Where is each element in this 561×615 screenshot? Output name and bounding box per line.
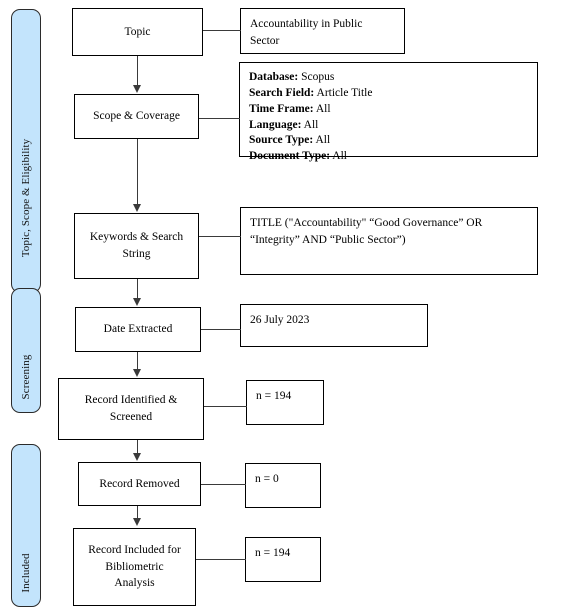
step-box-date-extracted: Date Extracted [75, 307, 201, 352]
connector-removed-to-annotation [201, 484, 246, 485]
stage-pill-screening: Screening [11, 288, 41, 413]
connector-date-to-identified [137, 352, 138, 370]
connector-topic-to-annotation [203, 30, 241, 31]
arrowhead-keywords-to-date [133, 298, 141, 306]
annotation-box-records-included: n = 194 [245, 537, 321, 582]
annotation-box-records-removed: n = 0 [245, 463, 321, 508]
search-parameter-row: Search Field: Article Title [249, 86, 528, 102]
step-label-date-extracted: Date Extracted [103, 323, 173, 336]
annotation-box-records-identified: n = 194 [246, 380, 324, 425]
connector-keywords-to-date [137, 279, 138, 299]
search-parameter-label: Source Type: [249, 134, 314, 147]
search-parameter-value: Article Title [316, 86, 373, 99]
arrowhead-date-to-identified [133, 369, 141, 377]
step-box-keywords-search-string: Keywords & Search String [74, 213, 199, 279]
annotation-topic-value: Accountability in Public Sector [250, 18, 363, 48]
arrowhead-identified-to-removed [133, 453, 141, 461]
stage-pill-included: Included [11, 444, 41, 607]
search-parameter-row: Source Type: All [249, 133, 528, 149]
connector-included-to-annotation [196, 559, 246, 560]
step-label-record-included: Record Included for Bibliometric Analysi… [88, 543, 181, 590]
flowchart-canvas: Topic, Scope & Eligibility Screening Inc… [0, 0, 561, 615]
connector-identified-to-annotation [204, 406, 247, 407]
step-label-topic: Topic [124, 25, 151, 38]
step-label-keywords-search-string: Keywords & Search String [89, 231, 184, 260]
search-parameter-row: Document Type: All [249, 149, 528, 165]
step-box-scope-coverage: Scope & Coverage [74, 94, 199, 139]
search-parameter-label: Search Field: [249, 86, 315, 99]
annotation-records-removed-value: n = 0 [255, 473, 279, 485]
search-parameter-label: Time Frame: [249, 102, 314, 115]
search-parameter-label: Database: [249, 71, 299, 83]
annotation-date-extracted-value: 26 July 2023 [250, 314, 310, 326]
connector-scope-to-keywords [137, 139, 138, 204]
search-string-line-2: “Integrity” AND “Public Sector”) [250, 234, 406, 247]
annotation-records-identified-value: n = 194 [256, 390, 292, 402]
step-box-topic: Topic [72, 8, 203, 56]
connector-keywords-to-annotation [199, 236, 241, 237]
connector-topic-to-scope [137, 56, 138, 86]
search-parameter-label: Language: [249, 118, 302, 131]
annotation-box-date-extracted: 26 July 2023 [240, 304, 428, 347]
annotation-records-included-value: n = 194 [255, 547, 291, 559]
stage-pill-topic-scope-eligibility: Topic, Scope & Eligibility [11, 9, 41, 293]
connector-scope-to-annotation [199, 118, 240, 119]
connector-identified-to-removed [137, 440, 138, 454]
search-parameter-value: Scopus [301, 71, 335, 83]
annotation-box-topic-value: Accountability in Public Sector [240, 8, 405, 54]
step-box-record-removed: Record Removed [78, 462, 201, 506]
search-parameter-value: All [315, 134, 331, 147]
search-parameter-value: All [303, 118, 319, 131]
stage-label-screening: Screening [20, 354, 32, 400]
annotation-box-search-parameters: Database: Scopus Search Field: Article T… [239, 62, 538, 162]
arrowhead-scope-to-keywords [133, 204, 141, 212]
annotation-box-search-string: TITLE ("Accountability" “Good Governance… [240, 207, 538, 275]
search-parameter-value: All [332, 150, 347, 163]
search-parameter-label: Document Type: [249, 150, 331, 163]
step-box-record-identified-screened: Record Identified & Screened [58, 378, 204, 440]
arrowhead-removed-to-included [133, 518, 141, 526]
step-box-record-included: Record Included for Bibliometric Analysi… [73, 528, 196, 606]
stage-label-included: Included [20, 553, 32, 593]
search-parameter-row: Time Frame: All [249, 102, 528, 118]
connector-date-to-annotation [201, 329, 241, 330]
search-parameter-row: Language: All [249, 118, 528, 134]
search-parameter-value: All [315, 102, 331, 115]
step-label-record-identified-screened: Record Identified & Screened [84, 394, 178, 423]
search-parameter-row: Database: Scopus [249, 70, 528, 86]
stage-label-topic-scope-eligibility: Topic, Scope & Eligibility [20, 138, 32, 258]
step-label-scope-coverage: Scope & Coverage [93, 110, 180, 123]
step-label-record-removed: Record Removed [99, 477, 180, 490]
arrowhead-topic-to-scope [133, 85, 141, 93]
search-string-line-1: TITLE ("Accountability" “Good Governance… [250, 217, 483, 229]
